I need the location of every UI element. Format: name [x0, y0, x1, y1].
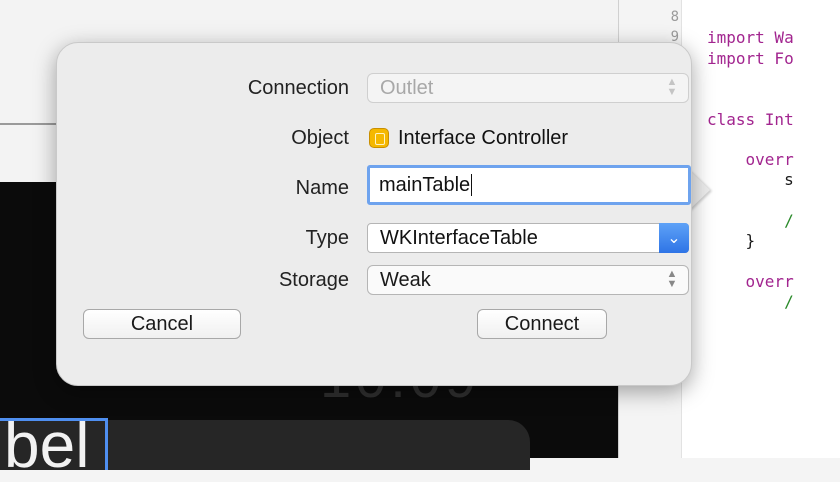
- object-value: Interface Controller: [398, 126, 569, 149]
- code-line: }: [707, 231, 756, 251]
- connection-popup: Outlet ▲ ▼: [367, 73, 689, 103]
- updown-arrows-icon: ▲ ▼: [666, 268, 678, 290]
- cancel-button[interactable]: Cancel: [83, 309, 241, 339]
- name-value: mainTable: [379, 173, 471, 196]
- interface-controller-icon: [369, 128, 389, 148]
- connection-value: Outlet: [380, 76, 434, 99]
- connection-popover: Connection Outlet ▲ ▼ Object Interface Co…: [56, 42, 692, 386]
- text-caret: [471, 174, 473, 196]
- code-line: /: [707, 292, 794, 312]
- code-line: overr: [707, 150, 794, 170]
- name-label: Name: [295, 177, 349, 199]
- type-combo-box[interactable]: WKInterfaceTable ⌄: [367, 223, 689, 253]
- code-line: import Wa: [707, 28, 794, 48]
- connection-label: Connection: [247, 77, 349, 99]
- code-line: import Fo: [707, 48, 794, 68]
- storage-popup[interactable]: Weak ▲ ▼: [367, 265, 689, 295]
- code-line: /: [707, 211, 794, 230]
- code-line: s: [707, 170, 794, 190]
- connect-button[interactable]: Connect: [477, 309, 607, 339]
- type-value: WKInterfaceTable: [380, 226, 538, 249]
- updown-arrows-icon: ▲ ▼: [666, 76, 678, 98]
- code-line: overr: [707, 271, 794, 291]
- name-input[interactable]: mainTable: [367, 165, 691, 205]
- line-number: 8: [670, 9, 679, 25]
- storage-value: Weak: [380, 268, 431, 291]
- object-field: Interface Controller: [367, 123, 689, 153]
- selection-outline: [0, 418, 108, 470]
- code-line: class Int: [707, 109, 794, 129]
- type-label: Type: [305, 227, 349, 249]
- storage-label: Storage: [278, 269, 349, 291]
- object-label: Object: [291, 127, 349, 149]
- chevron-down-icon[interactable]: ⌄: [659, 223, 689, 253]
